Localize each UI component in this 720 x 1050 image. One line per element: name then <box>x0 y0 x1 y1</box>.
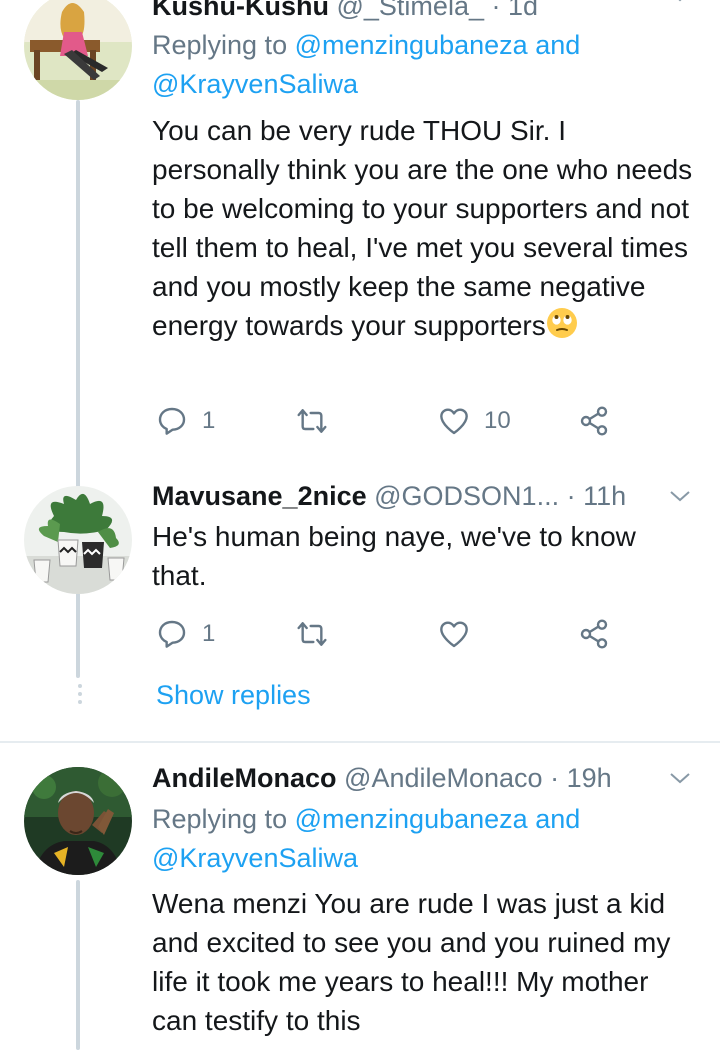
mention-link[interactable]: @menzingubaneza <box>295 30 528 60</box>
timestamp[interactable]: · 11h <box>567 481 627 511</box>
reply-icon <box>158 620 186 648</box>
chevron-down-icon[interactable] <box>668 0 692 14</box>
tweet-header: Mavusane_2nice @GODSON1... · 11h <box>152 478 708 514</box>
reply-count: 1 <box>202 407 216 434</box>
author-handle[interactable]: @_Stimela_ <box>337 0 484 21</box>
replying-to-label: Replying to <box>152 30 288 60</box>
author-name[interactable]: AndileMonaco <box>152 763 337 793</box>
tweet-text-content: Wena menzi You are rude I was just a kid… <box>152 888 671 1036</box>
tweet-text: You can be very rude THOU Sir. I persona… <box>152 111 697 345</box>
tweet-header: AndileMonaco @AndileMonaco · 19h <box>152 760 708 796</box>
show-replies-link[interactable]: Show replies <box>156 680 311 711</box>
avatar[interactable] <box>24 767 132 875</box>
mention-and: and <box>535 804 581 834</box>
replying-to: Replying to @menzingubaneza and @Krayven… <box>152 26 580 104</box>
author-name[interactable]: Mavusane_2nice <box>152 481 367 511</box>
like-button[interactable] <box>438 614 470 654</box>
tweet-header: Kushu-Kushu @_Stimela_ · 1d <box>152 0 708 24</box>
mention-link[interactable]: @KrayvenSaliwa <box>152 843 358 873</box>
tweet-text-content: He's human being naye, we've to know tha… <box>152 521 636 591</box>
avatar[interactable] <box>24 486 132 594</box>
reply-count: 1 <box>202 620 216 647</box>
retweet-button[interactable] <box>296 401 328 441</box>
reply-icon <box>158 407 186 435</box>
tweet-text-content: You can be very rude THOU Sir. I persona… <box>152 115 693 341</box>
like-button[interactable]: 10 <box>438 401 511 441</box>
retweet-icon <box>297 409 327 433</box>
share-button[interactable] <box>578 401 610 441</box>
reply-button[interactable]: 1 <box>156 401 215 441</box>
eye-roll-emoji-icon <box>546 307 578 339</box>
thread-line <box>76 880 80 1050</box>
heart-icon <box>440 408 468 435</box>
mention-link[interactable]: @menzingubaneza <box>295 804 528 834</box>
avatar[interactable] <box>24 0 132 100</box>
mention-and: and <box>535 30 581 60</box>
chevron-down-icon[interactable] <box>668 484 692 514</box>
thread-dots <box>76 684 84 708</box>
tweet-text: Wena menzi You are rude I was just a kid… <box>152 884 697 1040</box>
heart-icon <box>440 621 468 648</box>
share-icon <box>580 406 608 436</box>
timestamp[interactable]: · 19h <box>550 763 612 793</box>
author-handle[interactable]: @AndileMonaco <box>344 763 543 793</box>
tweet-actions: 1 10 <box>152 401 622 441</box>
retweet-button[interactable] <box>296 614 328 654</box>
author-name[interactable]: Kushu-Kushu <box>152 0 329 21</box>
author-handle[interactable]: @GODSON1... <box>374 481 559 511</box>
reply-button[interactable]: 1 <box>156 614 215 654</box>
retweet-icon <box>297 622 327 646</box>
like-count: 10 <box>484 407 511 434</box>
replying-to: Replying to @menzingubaneza and @Krayven… <box>152 800 580 878</box>
chevron-down-icon[interactable] <box>668 766 692 796</box>
share-button[interactable] <box>578 614 610 654</box>
tweet-text: He's human being naye, we've to know tha… <box>152 517 697 595</box>
mention-link[interactable]: @KrayvenSaliwa <box>152 69 358 99</box>
share-icon <box>580 619 608 649</box>
divider <box>0 741 720 743</box>
tweet-actions: 1 <box>152 614 622 654</box>
timestamp[interactable]: · 1d <box>492 0 539 21</box>
replying-to-label: Replying to <box>152 804 288 834</box>
